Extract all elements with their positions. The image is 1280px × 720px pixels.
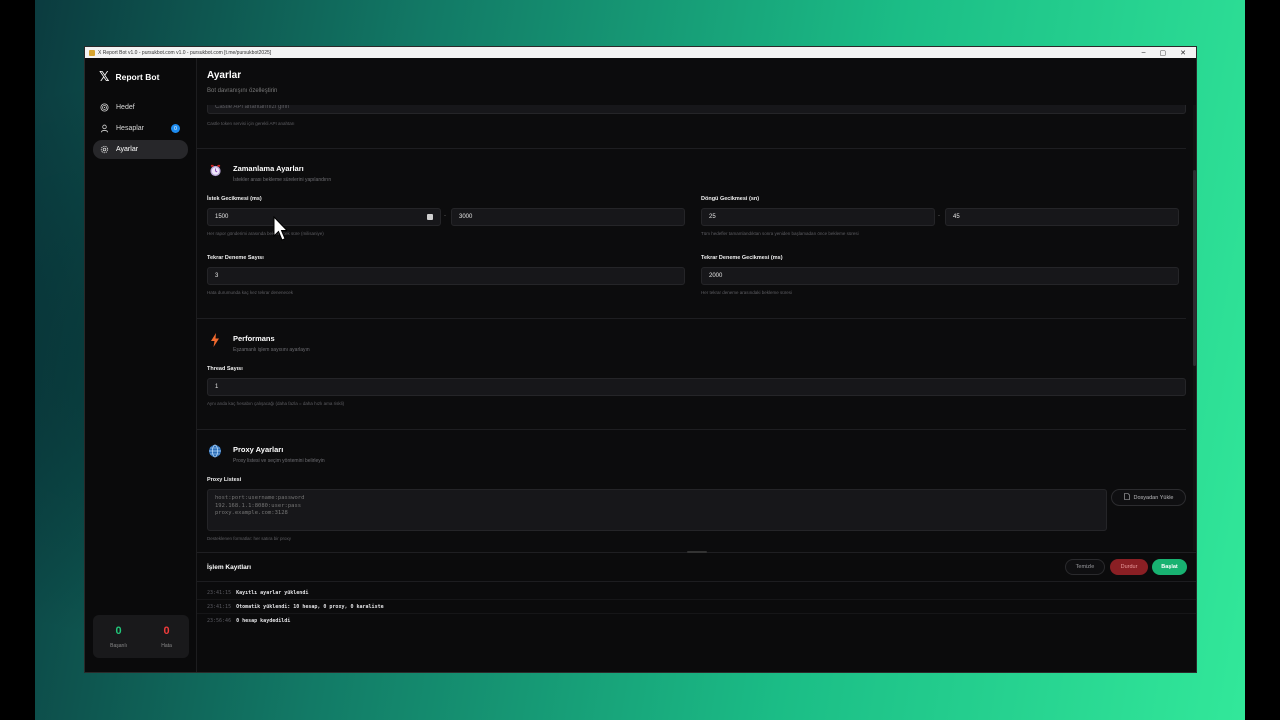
maximize-button[interactable]: ▢ bbox=[1160, 49, 1167, 57]
log-divider bbox=[197, 599, 1196, 600]
success-count: 0 bbox=[115, 624, 122, 637]
castle-api-help: Castle token servisi için gerekli API an… bbox=[207, 121, 295, 126]
globe-icon bbox=[208, 444, 222, 463]
x-logo-icon: 𝕏 bbox=[99, 69, 110, 85]
log-message: Otomatik yüklendi: 10 hesap, 0 proxy, 0 … bbox=[236, 604, 384, 610]
thread-count-input[interactable]: 1 bbox=[207, 378, 1186, 396]
timing-section-subtitle: İstekler arası bekleme sürelerini yapıla… bbox=[233, 177, 332, 183]
settings-content: Castle API anahtarınızı girin Castle tok… bbox=[197, 105, 1186, 551]
retry-count-input[interactable]: 3 bbox=[207, 267, 685, 285]
minimize-button[interactable]: – bbox=[1142, 49, 1146, 57]
page-title: Ayarlar bbox=[207, 70, 242, 81]
proxy-section-title: Proxy Ayarları bbox=[233, 445, 284, 454]
performance-section-title: Performans bbox=[233, 334, 275, 343]
clear-logs-button[interactable]: Temizle bbox=[1065, 559, 1105, 575]
accounts-count-badge: 0 bbox=[171, 124, 180, 133]
thread-count-label: Thread Sayısı bbox=[207, 366, 243, 372]
request-delay-help: Her rapor gönderimi arasında beklenecek … bbox=[207, 231, 324, 236]
timing-section-title: Zamanlama Ayarları bbox=[233, 164, 304, 173]
sidebar-item-label: Hesaplar bbox=[116, 125, 145, 132]
request-delay-min-input[interactable]: 1500 bbox=[207, 208, 441, 226]
stepper-icon[interactable] bbox=[427, 214, 433, 220]
mouse-cursor-icon bbox=[273, 216, 287, 241]
log-entry: 23:56:46 0 hesap kaydedildi bbox=[207, 618, 290, 624]
section-divider bbox=[197, 318, 1186, 319]
user-icon bbox=[99, 124, 109, 134]
proxy-list-label: Proxy Listesi bbox=[207, 477, 242, 483]
page-header: Ayarlar Bot davranışını özelleştirin bbox=[207, 70, 277, 94]
upload-button-label: Dosyadan Yükle bbox=[1133, 494, 1174, 501]
success-stat: 0 Başarılı bbox=[110, 625, 127, 649]
log-entry: 23:41:15 Kayıtlı ayarlar yüklendi bbox=[207, 590, 308, 596]
log-time: 23:56:46 bbox=[207, 618, 232, 624]
stop-button[interactable]: Durdur bbox=[1110, 559, 1148, 575]
retry-delay-help: Her tekrar deneme arasındaki bekleme sür… bbox=[701, 290, 793, 295]
gear-icon bbox=[99, 145, 109, 155]
content-scrollbar-thumb[interactable] bbox=[1193, 170, 1196, 366]
loop-delay-min-input[interactable]: 25 bbox=[701, 208, 935, 226]
clock-icon bbox=[209, 164, 222, 182]
retry-count-help: Hata durumunda kaç kez tekrar denenecek bbox=[207, 290, 294, 295]
retry-delay-input[interactable]: 2000 bbox=[701, 267, 1179, 285]
log-message: 0 hesap kaydedildi bbox=[236, 618, 291, 624]
sidebar-item-label: Hedef bbox=[116, 104, 135, 111]
log-divider bbox=[197, 613, 1196, 614]
sidebar-item-hedef[interactable]: Hedef bbox=[93, 98, 188, 117]
range-separator: - bbox=[444, 213, 446, 219]
success-label: Başarılı bbox=[110, 642, 128, 649]
logs-header: İşlem Kayıtları Temizle Durdur Başlat bbox=[197, 553, 1196, 582]
retry-delay-label: Tekrar Deneme Gecikmesi (ms) bbox=[701, 255, 783, 261]
target-icon bbox=[99, 103, 109, 113]
brand: 𝕏 Report Bot bbox=[85, 68, 196, 86]
request-delay-max-input[interactable]: 3000 bbox=[451, 208, 685, 226]
page-subtitle: Bot davranışını özelleştirin bbox=[207, 88, 278, 94]
loop-delay-max-input[interactable]: 45 bbox=[945, 208, 1179, 226]
request-delay-label: İstek Gecikmesi (ms) bbox=[207, 196, 262, 202]
app-window: X Report Bot v1.0 - pursukbot.com v1.0 -… bbox=[84, 46, 1197, 673]
proxy-list-help: Desteklenen formatlar: her satıra bir pr… bbox=[207, 536, 292, 541]
start-button[interactable]: Başlat bbox=[1152, 559, 1187, 575]
error-count: 0 bbox=[163, 624, 170, 637]
loop-delay-label: Döngü Gecikmesi (sn) bbox=[701, 196, 760, 202]
performance-section-subtitle: Eşzamanlı işlem sayısını ayarlayın bbox=[233, 347, 310, 353]
log-message: Kayıtlı ayarlar yüklendi bbox=[236, 590, 309, 596]
proxy-section-subtitle: Proxy listesi ve seçim yöntemini belirle… bbox=[233, 458, 325, 464]
log-entry: 23:41:15 Otomatik yüklendi: 10 hesap, 0 … bbox=[207, 604, 384, 610]
log-time: 23:41:15 bbox=[207, 590, 232, 596]
section-divider bbox=[197, 148, 1186, 149]
upload-from-file-button[interactable]: Dosyadan Yükle bbox=[1111, 489, 1186, 506]
sidebar: 𝕏 Report Bot Hedef Hesaplar 0 Ayarlar 0 … bbox=[85, 58, 197, 672]
sidebar-item-label: Ayarlar bbox=[116, 146, 139, 153]
error-label: Hata bbox=[161, 642, 172, 649]
window-title: X Report Bot v1.0 - pursukbot.com v1.0 -… bbox=[98, 49, 272, 56]
loop-delay-help: Tüm hedefler tamamlandıktan sonra yenide… bbox=[701, 231, 859, 236]
sidebar-item-hesaplar[interactable]: Hesaplar 0 bbox=[93, 119, 188, 138]
error-stat: 0 Hata bbox=[161, 625, 172, 649]
logs-title: İşlem Kayıtları bbox=[207, 564, 252, 571]
stats-card: 0 Başarılı 0 Hata bbox=[93, 615, 189, 658]
log-time: 23:41:15 bbox=[207, 604, 232, 610]
file-icon bbox=[1123, 493, 1130, 502]
window-titlebar: X Report Bot v1.0 - pursukbot.com v1.0 -… bbox=[85, 47, 1196, 58]
castle-api-key-input[interactable]: Castle API anahtarınızı girin bbox=[207, 105, 1186, 114]
thread-count-help: Aynı anda kaç hesabın çalışacağı (daha f… bbox=[207, 401, 345, 406]
section-divider bbox=[197, 429, 1186, 430]
logs-panel: İşlem Kayıtları Temizle Durdur Başlat 23… bbox=[197, 551, 1196, 672]
main-panel: Ayarlar Bot davranışını özelleştirin Cas… bbox=[197, 58, 1196, 672]
sidebar-item-ayarlar[interactable]: Ayarlar bbox=[93, 140, 188, 159]
app-icon bbox=[89, 49, 95, 56]
brand-name: Report Bot bbox=[115, 72, 160, 82]
proxy-list-textarea[interactable] bbox=[207, 489, 1107, 531]
lightning-icon bbox=[210, 333, 220, 352]
close-button[interactable]: ✕ bbox=[1180, 49, 1186, 57]
retry-count-label: Tekrar Deneme Sayısı bbox=[207, 255, 264, 261]
range-separator: - bbox=[938, 213, 940, 219]
